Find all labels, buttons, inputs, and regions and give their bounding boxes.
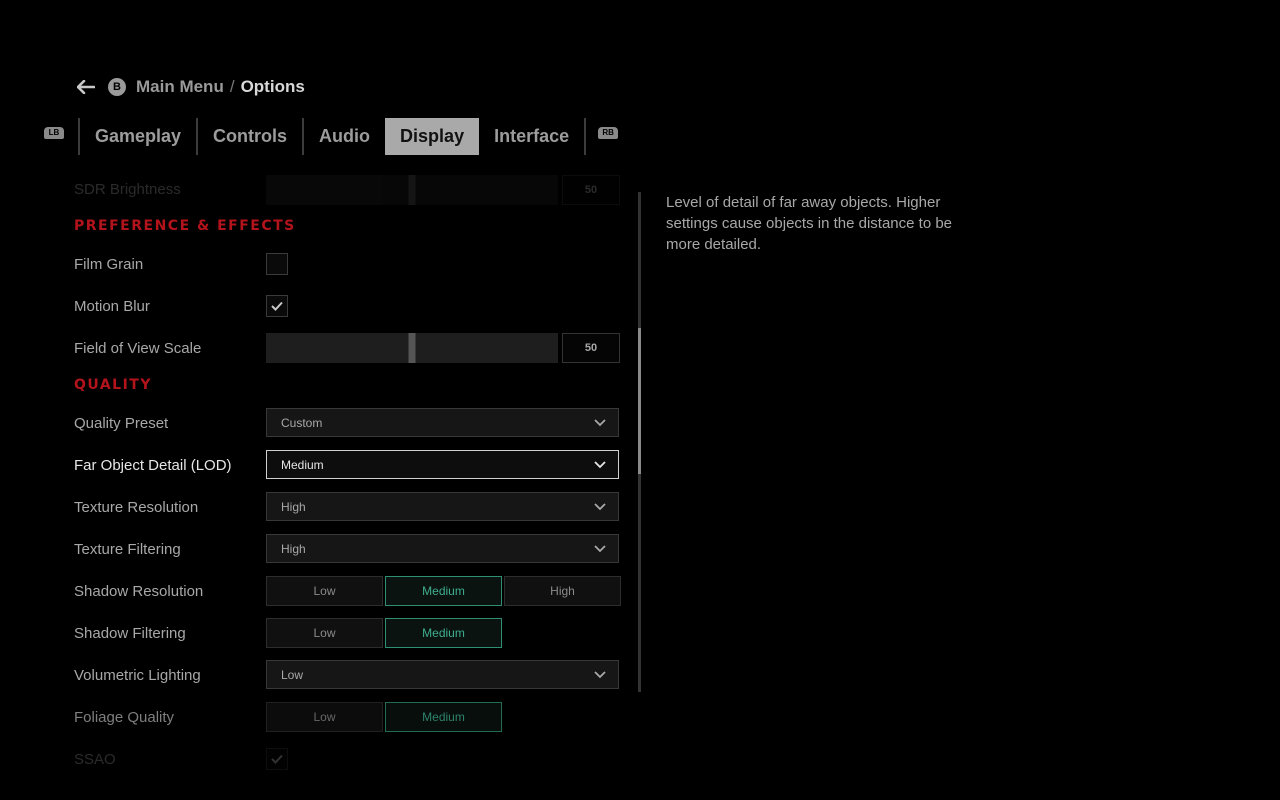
slider-value: 50 — [562, 175, 620, 205]
setting-label: Texture Resolution — [74, 499, 199, 516]
slider-handle[interactable] — [408, 333, 416, 363]
settings-list: SDR Brightness 50 PREFERENCE & EFFECTS F… — [74, 170, 624, 800]
tab-bar: LB Gameplay Controls Audio Display Inter… — [44, 118, 619, 155]
chevron-down-icon — [594, 418, 606, 427]
chevron-down-icon — [594, 670, 606, 679]
setting-label: Foliage Quality — [74, 709, 175, 726]
settings-scrollbar[interactable] — [638, 192, 641, 692]
setting-label: Quality Preset — [74, 415, 169, 432]
breadcrumb: B Main Menu / Options — [76, 74, 305, 100]
film-grain-checkbox[interactable] — [266, 253, 288, 275]
setting-label: Field of View Scale — [74, 340, 202, 357]
setting-label: SSAO — [74, 751, 116, 768]
section-title-preference-effects: PREFERENCE & EFFECTS — [74, 218, 296, 234]
dropdown-value: Medium — [281, 457, 324, 472]
quality-preset-dropdown[interactable]: Custom — [266, 408, 619, 437]
setting-label: Shadow Resolution — [74, 583, 204, 600]
option-medium[interactable]: Medium — [385, 702, 502, 732]
chevron-down-icon — [594, 502, 606, 511]
fov-scale-slider[interactable] — [266, 333, 558, 363]
checkmark-icon — [271, 754, 283, 764]
setting-description: Level of detail of far away objects. Hig… — [666, 194, 953, 253]
scrollbar-thumb[interactable] — [638, 328, 641, 474]
section-title-quality: QUALITY — [74, 377, 152, 393]
option-low[interactable]: Low — [266, 576, 383, 606]
option-medium[interactable]: Medium — [385, 618, 502, 648]
ssao-checkbox[interactable] — [266, 748, 288, 770]
shadow-filtering-selector: Low Medium — [266, 618, 502, 648]
tab-gameplay[interactable]: Gameplay — [80, 118, 196, 155]
slider-value: 50 — [562, 333, 620, 363]
option-high[interactable]: High — [504, 576, 621, 606]
tab-controls[interactable]: Controls — [198, 118, 302, 155]
sdr-brightness-slider[interactable] — [266, 175, 558, 205]
option-low[interactable]: Low — [266, 702, 383, 732]
lb-bumper-icon[interactable]: LB — [44, 126, 64, 139]
slider-handle[interactable] — [408, 175, 416, 205]
dropdown-value: Low — [281, 667, 304, 682]
option-low[interactable]: Low — [266, 618, 383, 648]
setting-label: Motion Blur — [74, 298, 150, 315]
back-arrow-icon[interactable] — [76, 77, 96, 97]
chevron-down-icon — [594, 544, 606, 553]
setting-label: Volumetric Lighting — [74, 667, 201, 684]
breadcrumb-current: Options — [240, 77, 305, 96]
option-medium[interactable]: Medium — [385, 576, 502, 606]
breadcrumb-separator: / — [229, 77, 235, 96]
motion-blur-checkbox[interactable] — [266, 295, 288, 317]
tab-divider — [584, 118, 587, 155]
volumetric-lighting-dropdown[interactable]: Low — [266, 660, 619, 689]
shadow-resolution-selector: Low Medium High — [266, 576, 621, 606]
rb-bumper-icon[interactable]: RB — [598, 126, 619, 139]
setting-label: SDR Brightness — [74, 181, 181, 198]
far-object-detail-dropdown[interactable]: Medium — [266, 450, 619, 479]
dropdown-value: Custom — [281, 415, 323, 430]
breadcrumb-parent[interactable]: Main Menu — [136, 77, 224, 97]
tab-audio[interactable]: Audio — [304, 118, 385, 155]
chevron-down-icon — [594, 460, 606, 469]
tab-interface[interactable]: Interface — [479, 118, 584, 155]
texture-filtering-dropdown[interactable]: High — [266, 534, 619, 563]
texture-resolution-dropdown[interactable]: High — [266, 492, 619, 521]
options-screen: B Main Menu / Options LB Gameplay Contro… — [0, 0, 1280, 800]
b-button-icon[interactable]: B — [108, 78, 126, 96]
setting-label: Film Grain — [74, 256, 144, 273]
foliage-quality-selector: Low Medium — [266, 702, 502, 732]
setting-label: Shadow Filtering — [74, 625, 186, 642]
tab-display[interactable]: Display — [385, 118, 480, 155]
setting-label: Far Object Detail (LOD) — [74, 457, 232, 474]
setting-label: Texture Filtering — [74, 541, 181, 558]
dropdown-value: High — [281, 499, 306, 514]
checkmark-icon — [271, 301, 283, 311]
dropdown-value: High — [281, 541, 306, 556]
